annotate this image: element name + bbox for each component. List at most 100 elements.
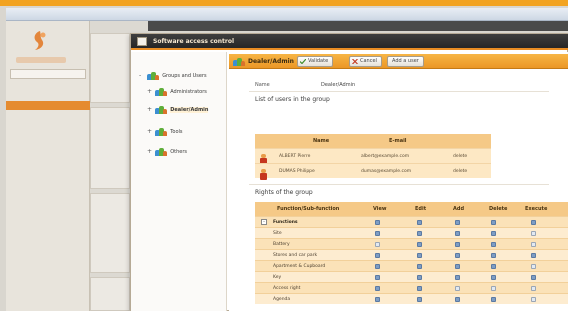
user-delete-link[interactable]: delete (453, 154, 467, 159)
permission-checkbox[interactable] (375, 286, 380, 291)
group-title: Dealer/Admin (248, 58, 294, 65)
app-card[interactable] (90, 193, 130, 273)
tree-node-dealer-admin[interactable]: + Dealer/Admin (147, 104, 209, 115)
rights-function-name: Access right (273, 286, 301, 291)
permission-checkbox[interactable] (375, 264, 380, 269)
user-delete-link[interactable]: delete (453, 169, 467, 174)
app-card[interactable] (90, 277, 130, 311)
permission-checkbox[interactable] (375, 220, 380, 225)
app-nav-item[interactable] (6, 131, 90, 140)
permission-checkbox[interactable] (455, 231, 460, 236)
permission-checkbox[interactable] (531, 220, 536, 225)
app-nav-item-active[interactable] (6, 101, 90, 110)
users-table-header: Name E-mail (255, 134, 491, 148)
group-detail-panel: Dealer/Admin Validate Cancel Add a user … (229, 52, 568, 311)
cancel-button[interactable]: Cancel (349, 56, 382, 67)
rights-col-delete: Delete (489, 206, 508, 212)
add-user-button[interactable]: Add a user (387, 56, 424, 67)
tree-node-administrators[interactable]: + Administrators (147, 86, 207, 97)
row-expander[interactable]: - (261, 219, 267, 225)
permission-checkbox[interactable] (491, 275, 496, 280)
app-card[interactable] (90, 107, 130, 189)
permission-checkbox[interactable] (375, 297, 380, 302)
permission-checkbox[interactable] (417, 253, 422, 258)
permission-checkbox[interactable] (531, 231, 536, 236)
permission-checkbox[interactable] (455, 297, 460, 302)
permission-checkbox[interactable] (531, 297, 536, 302)
permission-checkbox[interactable] (417, 220, 422, 225)
permission-checkbox[interactable] (491, 253, 496, 258)
rights-col-function: Function/Sub-function (277, 206, 340, 212)
permission-checkbox[interactable] (455, 253, 460, 258)
permission-checkbox[interactable] (455, 275, 460, 280)
permission-checkbox[interactable] (375, 253, 380, 258)
user-email: albert@example.com (361, 154, 410, 159)
permission-checkbox[interactable] (417, 297, 422, 302)
app-nav-item[interactable] (6, 157, 90, 166)
rights-row: Stores and car park (255, 249, 568, 260)
cancel-label: Cancel (360, 58, 377, 64)
app-logo-icon (34, 31, 46, 50)
check-icon (300, 59, 306, 64)
permission-checkbox[interactable] (417, 242, 422, 247)
detail-toolbar: Dealer/Admin Validate Cancel Add a user (229, 54, 568, 69)
user-row[interactable]: DUMAS Philippe dumas@example.com delete (255, 163, 491, 180)
app-site-select[interactable] (10, 69, 86, 79)
groups-tree: - Groups and Users + Administrators + De… (131, 52, 227, 311)
permission-checkbox[interactable] (417, 286, 422, 291)
tree-expander[interactable]: - (139, 70, 145, 81)
validate-button[interactable]: Validate (297, 56, 334, 67)
dialog-titlebar: Software access control (131, 34, 568, 50)
permission-checkbox[interactable] (417, 275, 422, 280)
permission-checkbox[interactable] (455, 220, 460, 225)
permission-checkbox[interactable] (417, 231, 422, 236)
users-section-title: List of users in the group (255, 96, 330, 103)
permission-checkbox[interactable] (375, 231, 380, 236)
app-nav-item[interactable] (6, 145, 90, 154)
permission-checkbox[interactable] (531, 275, 536, 280)
permission-checkbox[interactable] (375, 242, 380, 247)
top-accent-bar (0, 0, 568, 6)
permission-checkbox[interactable] (455, 264, 460, 269)
tree-node-label: Dealer/Admin (170, 107, 209, 113)
user-name: DUMAS Philippe (279, 169, 315, 174)
user-row[interactable]: ALBERT Pierre albert@example.com delete (255, 148, 491, 165)
permission-checkbox[interactable] (375, 275, 380, 280)
tree-expander[interactable]: + (147, 146, 153, 157)
rights-table: Function/Sub-function View Edit Add Dele… (255, 202, 568, 304)
users-col-email: E-mail (389, 138, 407, 144)
tree-node-tools[interactable]: + Tools (147, 126, 183, 137)
tree-expander[interactable]: + (147, 104, 153, 115)
permission-checkbox[interactable] (491, 242, 496, 247)
permission-checkbox[interactable] (417, 264, 422, 269)
permission-checkbox[interactable] (455, 286, 460, 291)
app-nav-item[interactable] (6, 121, 90, 130)
rights-row: Site (255, 227, 568, 238)
app-nav-item[interactable] (6, 91, 90, 100)
permission-checkbox[interactable] (531, 286, 536, 291)
permission-checkbox[interactable] (491, 220, 496, 225)
name-field-value[interactable]: Dealer/Admin (321, 82, 355, 88)
permission-checkbox[interactable] (531, 242, 536, 247)
close-icon (352, 59, 358, 64)
group-icon (154, 105, 167, 114)
permission-checkbox[interactable] (491, 264, 496, 269)
rights-section-title: Rights of the group (255, 189, 313, 196)
rights-function-name: Key (273, 275, 282, 280)
app-card[interactable] (90, 33, 130, 103)
permission-checkbox[interactable] (491, 231, 496, 236)
tree-node-others[interactable]: + Others (147, 146, 187, 157)
permission-checkbox[interactable] (531, 253, 536, 258)
group-icon (146, 71, 159, 80)
tree-node-root[interactable]: - Groups and Users (139, 70, 207, 81)
permission-checkbox[interactable] (455, 242, 460, 247)
app-brand-text (16, 57, 66, 63)
rights-row: - Functions (255, 216, 568, 227)
rights-col-view: View (373, 206, 387, 212)
permission-checkbox[interactable] (491, 286, 496, 291)
rights-row: Battery (255, 238, 568, 249)
permission-checkbox[interactable] (531, 264, 536, 269)
permission-checkbox[interactable] (491, 297, 496, 302)
tree-expander[interactable]: + (147, 126, 153, 137)
tree-expander[interactable]: + (147, 86, 153, 97)
